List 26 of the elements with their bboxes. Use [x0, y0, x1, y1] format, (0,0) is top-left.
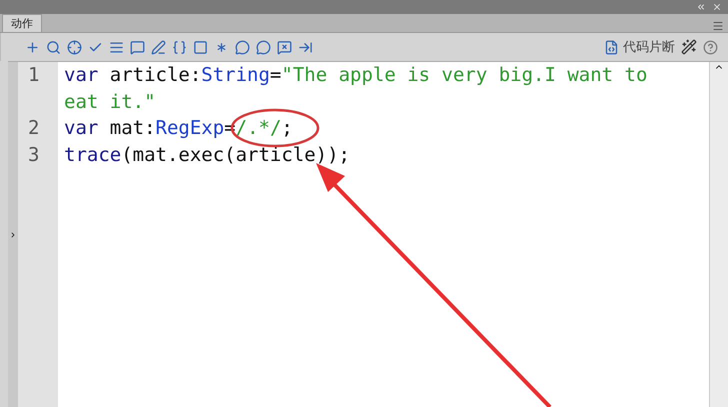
- arrow-icon[interactable]: [298, 40, 313, 54]
- collapse-icon[interactable]: [696, 2, 706, 12]
- line-number: 1: [27, 63, 40, 88]
- snippets-button[interactable]: 代码片断: [604, 38, 675, 56]
- comment-delete-icon[interactable]: [277, 40, 292, 54]
- comment-icon[interactable]: [256, 40, 271, 54]
- menu-icon[interactable]: [712, 20, 724, 32]
- code-line: trace(mat.exec(article));: [63, 142, 350, 168]
- help-icon[interactable]: [703, 40, 718, 54]
- lines-icon[interactable]: [109, 40, 124, 54]
- line-number: 2: [27, 116, 40, 141]
- close-icon[interactable]: [712, 2, 722, 12]
- target-icon[interactable]: [67, 40, 82, 54]
- add-icon[interactable]: [25, 40, 40, 54]
- tab[interactable]: 动作: [2, 14, 42, 32]
- wand-icon[interactable]: [681, 39, 697, 55]
- comment-icon[interactable]: [235, 40, 250, 54]
- line-number: 3: [27, 142, 40, 168]
- document-icon: [604, 40, 619, 54]
- braces-icon[interactable]: [172, 40, 187, 54]
- search-icon[interactable]: [46, 40, 61, 54]
- square-icon[interactable]: [193, 40, 208, 54]
- pen-icon[interactable]: [151, 40, 166, 54]
- speech-bubble-icon[interactable]: [130, 40, 145, 54]
- expand-icon[interactable]: [9, 230, 17, 238]
- code-line: var article:String="The apple is very big.I want to eat it.": [63, 63, 648, 114]
